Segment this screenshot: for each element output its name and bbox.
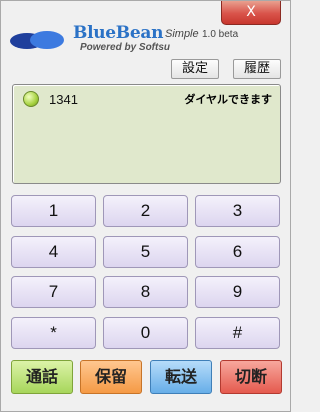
phone-window: X BlueBean Simple 1.0 beta Powered by So…: [0, 0, 291, 412]
powered-by-label: Powered by Softsu: [80, 42, 171, 53]
edition-label: Simple: [165, 28, 199, 40]
key-0[interactable]: 0: [103, 317, 188, 349]
key-hash[interactable]: #: [195, 317, 280, 349]
brand-name: BlueBean: [73, 23, 164, 43]
version-label: 1.0 beta: [202, 29, 239, 40]
close-button[interactable]: X: [221, 1, 281, 25]
settings-button[interactable]: 設定: [171, 59, 219, 79]
call-button[interactable]: 通話: [11, 360, 73, 394]
key-5[interactable]: 5: [103, 236, 188, 268]
key-1[interactable]: 1: [11, 195, 96, 227]
key-2[interactable]: 2: [103, 195, 188, 227]
dial-display: 1341 ダイヤルできます: [12, 84, 281, 184]
status-text: ダイヤルできます: [184, 93, 272, 106]
transfer-button[interactable]: 転送: [150, 360, 212, 394]
history-button[interactable]: 履歴: [233, 59, 281, 79]
hangup-button[interactable]: 切断: [220, 360, 282, 394]
hold-button[interactable]: 保留: [80, 360, 142, 394]
bluebean-logo: [10, 31, 64, 49]
key-3[interactable]: 3: [195, 195, 280, 227]
key-star[interactable]: *: [11, 317, 96, 349]
dialed-number: 1341: [49, 92, 78, 107]
status-lamp-icon: [23, 91, 39, 107]
key-8[interactable]: 8: [103, 276, 188, 308]
key-7[interactable]: 7: [11, 276, 96, 308]
key-6[interactable]: 6: [195, 236, 280, 268]
key-9[interactable]: 9: [195, 276, 280, 308]
key-4[interactable]: 4: [11, 236, 96, 268]
